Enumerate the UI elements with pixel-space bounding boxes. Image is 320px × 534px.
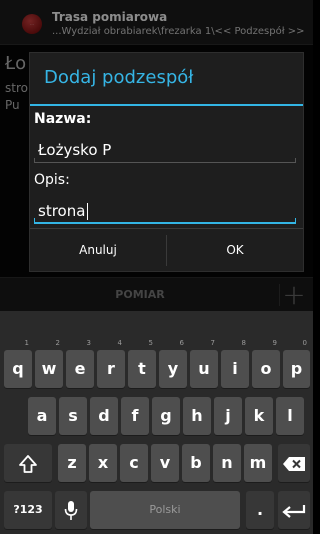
key-label: o xyxy=(260,359,272,378)
key-hint: 1 xyxy=(24,339,29,347)
backspace-key[interactable] xyxy=(278,444,310,482)
key-y[interactable]: y6 xyxy=(159,339,187,388)
shift-key[interactable] xyxy=(4,444,52,482)
soft-keyboard: q1 w2 e3 r4 t5 y6 u7 i8 o9 p0 a s d f g … xyxy=(0,311,313,534)
description-label: Opis: xyxy=(34,172,70,188)
key-hint: 3 xyxy=(86,339,91,347)
key-m[interactable]: m xyxy=(244,444,272,482)
cancel-button[interactable]: Anuluj xyxy=(30,229,166,272)
description-field[interactable]: strona xyxy=(34,198,296,224)
key-hint: 2 xyxy=(55,339,60,347)
key-h[interactable]: h xyxy=(183,397,211,435)
key-p[interactable]: p0 xyxy=(283,339,310,388)
key-x[interactable]: x xyxy=(89,444,117,482)
key-f[interactable]: f xyxy=(121,397,149,435)
name-field-value: Łożysko P xyxy=(38,141,112,159)
key-r[interactable]: r4 xyxy=(97,339,125,388)
key-w[interactable]: w2 xyxy=(35,339,63,388)
key-g[interactable]: g xyxy=(152,397,180,435)
key-o[interactable]: o9 xyxy=(252,339,280,388)
key-label: e xyxy=(74,359,86,378)
key-hint: 9 xyxy=(272,339,277,347)
key-hint: 0 xyxy=(302,339,307,347)
key-q[interactable]: q1 xyxy=(4,339,32,388)
key-label: p xyxy=(290,359,303,378)
key-label: y xyxy=(167,359,179,378)
key-i[interactable]: i8 xyxy=(221,339,249,388)
key-d[interactable]: d xyxy=(90,397,118,435)
key-t[interactable]: t5 xyxy=(128,339,156,388)
key-label: q xyxy=(12,359,24,378)
key-label: t xyxy=(138,359,146,378)
key-u[interactable]: u7 xyxy=(190,339,218,388)
voice-input-key[interactable] xyxy=(55,491,87,529)
space-key[interactable]: Polski xyxy=(90,491,240,529)
key-j[interactable]: j xyxy=(214,397,242,435)
backspace-icon xyxy=(283,456,305,471)
add-subassembly-dialog: Dodaj podzespół Nazwa: Łożysko P Opis: s… xyxy=(29,52,304,272)
dialog-buttons: Anuluj OK xyxy=(30,228,303,272)
key-s[interactable]: s xyxy=(59,397,87,435)
key-b[interactable]: b xyxy=(182,444,210,482)
dialog-title-divider xyxy=(30,104,303,106)
key-hint: 7 xyxy=(210,339,215,347)
name-field[interactable]: Łożysko P xyxy=(34,137,296,163)
key-hint: 6 xyxy=(179,339,184,347)
key-label: u xyxy=(198,359,210,378)
key-label: r xyxy=(107,359,115,378)
text-cursor xyxy=(87,203,89,220)
microphone-icon xyxy=(64,500,78,520)
key-k[interactable]: k xyxy=(245,397,273,435)
key-hint: 8 xyxy=(241,339,246,347)
key-label: w xyxy=(41,359,57,378)
key-label: i xyxy=(232,359,238,378)
symbols-key[interactable]: ?123 xyxy=(4,491,52,529)
dialog-title: Dodaj podzespół xyxy=(44,67,194,88)
name-label: Nazwa: xyxy=(34,111,92,127)
ok-button[interactable]: OK xyxy=(167,229,303,272)
key-c[interactable]: c xyxy=(120,444,148,482)
key-e[interactable]: e3 xyxy=(66,339,94,388)
key-n[interactable]: n xyxy=(213,444,241,482)
description-field-value: strona xyxy=(38,202,86,220)
shift-icon xyxy=(19,454,37,473)
period-key[interactable]: . xyxy=(246,491,274,529)
key-z[interactable]: z xyxy=(58,444,86,482)
key-hint: 4 xyxy=(117,339,122,347)
key-hint: 5 xyxy=(148,339,153,347)
key-l[interactable]: l xyxy=(276,397,304,435)
enter-icon xyxy=(282,504,306,518)
key-a[interactable]: a xyxy=(28,397,56,435)
key-v[interactable]: v xyxy=(151,444,179,482)
enter-key[interactable] xyxy=(278,491,310,529)
